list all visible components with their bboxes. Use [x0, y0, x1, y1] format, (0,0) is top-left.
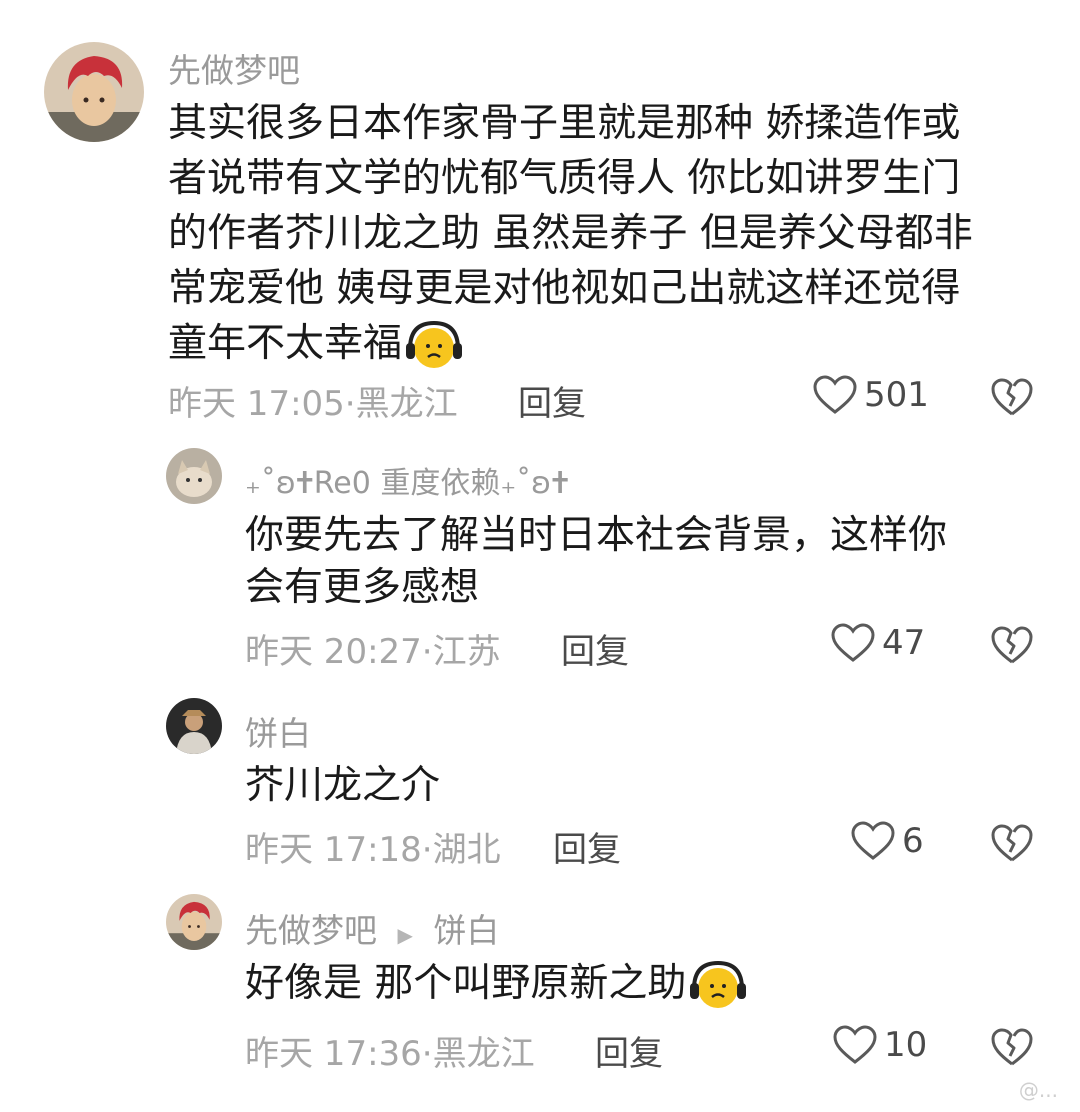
comment-meta: 昨天 17:36·黑龙江 — [245, 1026, 535, 1075]
red-hair-avatar-icon — [44, 42, 144, 142]
avatar[interactable] — [166, 894, 222, 950]
reply-button[interactable]: 回复 — [561, 624, 629, 673]
avatar[interactable] — [166, 448, 222, 504]
location: 黑龙江 — [432, 1034, 535, 1074]
comment-line: 常宠爱他 姨母更是对他视如己出就这样还觉得 — [168, 266, 961, 311]
username[interactable]: 先做梦吧 — [245, 911, 377, 950]
reply-button[interactable]: 回复 — [518, 376, 586, 425]
comment-line: 的作者芥川龙之助 虽然是养子 但是养父母都非 — [168, 211, 973, 256]
like-button[interactable]: 501 — [812, 374, 929, 416]
watermark: @... — [1018, 1078, 1058, 1102]
like-button[interactable]: 47 — [830, 622, 925, 664]
reply-button[interactable]: 回复 — [595, 1026, 663, 1075]
timestamp: 昨天 20:27 — [245, 632, 422, 672]
like-count: 47 — [882, 623, 926, 663]
comment-line: 会有更多感想 — [245, 565, 480, 610]
comment-meta: 昨天 17:18·湖北 — [245, 822, 501, 871]
cat-avatar-icon — [166, 448, 222, 504]
comment-line: 芥川龙之介 — [245, 763, 441, 808]
person-avatar-icon — [166, 698, 222, 754]
reply-target[interactable]: 饼白 — [433, 911, 499, 950]
username[interactable]: 饼白 — [245, 707, 311, 755]
comment-text: 好像是 那个叫野原新之助 — [245, 956, 750, 1013]
meta-dot: · — [421, 632, 433, 672]
comment-meta: 昨天 20:27·江苏 — [245, 624, 501, 673]
comment-line: 童年不太幸福 — [168, 321, 403, 366]
like-button[interactable]: 10 — [832, 1024, 927, 1066]
avatar[interactable] — [44, 42, 144, 142]
comment-text: 芥川龙之介 — [245, 760, 440, 812]
meta-dot: · — [421, 830, 433, 870]
timestamp: 昨天 17:05 — [168, 384, 345, 424]
headphone-sad-emoji-icon — [690, 960, 747, 1008]
comment-line: 好像是 那个叫野原新之助 — [245, 961, 687, 1006]
reply-button[interactable]: 回复 — [553, 822, 621, 871]
broken-heart-icon[interactable] — [990, 1027, 1034, 1067]
heart-icon — [833, 1025, 877, 1064]
reply-arrow-icon: ▶ — [397, 923, 413, 947]
avatar[interactable] — [166, 698, 222, 754]
like-count: 10 — [884, 1025, 928, 1065]
comment-text: 你要先去了解当时日本社会背景，这样你 会有更多感想 — [245, 510, 947, 614]
broken-heart-icon[interactable] — [990, 377, 1034, 417]
location: 黑龙江 — [355, 384, 458, 424]
username-with-reply-target: 先做梦吧 ▶ 饼白 — [245, 904, 499, 952]
timestamp: 昨天 17:36 — [245, 1034, 422, 1074]
timestamp: 昨天 17:18 — [245, 830, 422, 870]
broken-heart-icon[interactable] — [990, 625, 1034, 665]
meta-dot: · — [344, 384, 356, 424]
comment-line: 你要先去了解当时日本社会背景，这样你 — [245, 513, 948, 558]
comment-meta: 昨天 17:05·黑龙江 — [168, 376, 458, 425]
headphone-sad-emoji-icon — [406, 320, 463, 368]
heart-icon — [831, 623, 875, 662]
comment-line-with-emoji: 童年不太幸福 — [168, 316, 973, 373]
like-button[interactable]: 6 — [850, 820, 924, 862]
red-hair-avatar-icon — [166, 894, 222, 950]
location: 湖北 — [432, 830, 501, 870]
location: 江苏 — [432, 632, 501, 672]
comment-line: 者说带有文学的忧郁气质得人 你比如讲罗生门 — [168, 156, 961, 201]
username[interactable]: ₊˚ʚ🕇Re0 重度依赖₊˚ʚ🕇 — [245, 458, 569, 502]
heart-icon — [813, 375, 857, 414]
comment-text: 其实很多日本作家骨子里就是那种 娇揉造作或 者说带有文学的忧郁气质得人 你比如讲… — [168, 96, 973, 373]
comment-line: 其实很多日本作家骨子里就是那种 娇揉造作或 — [168, 101, 961, 146]
like-count: 501 — [864, 375, 929, 415]
like-count: 6 — [902, 821, 924, 861]
comment-line-with-emoji: 好像是 那个叫野原新之助 — [245, 956, 750, 1013]
username[interactable]: 先做梦吧 — [168, 44, 300, 92]
broken-heart-icon[interactable] — [990, 823, 1034, 863]
heart-icon — [851, 821, 895, 860]
meta-dot: · — [421, 1034, 433, 1074]
